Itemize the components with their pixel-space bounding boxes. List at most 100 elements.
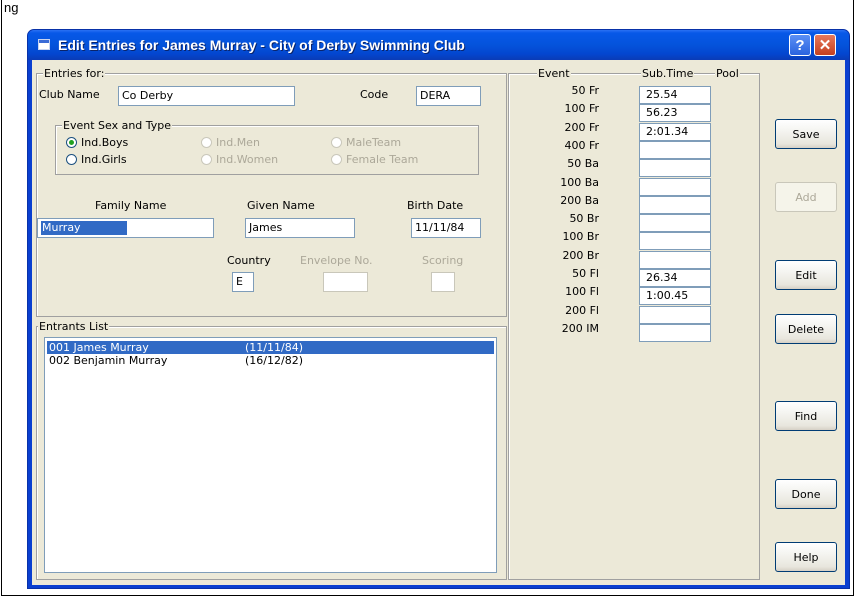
entrant-row[interactable]: 002 Benjamin Murray (16/12/82): [47, 354, 494, 367]
entries-for-legend: Entries for:: [43, 67, 106, 80]
event-label: 100 Fr: [564, 102, 599, 115]
find-button-label: Find: [794, 409, 818, 423]
app-window-icon: [38, 39, 50, 50]
sub-time-field[interactable]: [639, 196, 711, 214]
event-sex-type-group: Event Sex and Type Ind.Boys Ind.Girls In…: [55, 119, 479, 175]
radio-ind-girls-label: Ind.Girls: [81, 153, 127, 166]
code-field[interactable]: DERA: [416, 86, 481, 106]
add-button-label: Add: [795, 190, 817, 204]
help-button-label: Help: [793, 550, 819, 564]
birth-date-field[interactable]: 11/11/84: [411, 218, 481, 238]
event-label: 50 Fl: [572, 267, 599, 280]
events-group: Event Sub.Time Pool 50 Fr 25.54 100 Fr 56.2…: [508, 67, 760, 580]
event-label: 50 Fr: [571, 84, 599, 97]
given-name-field[interactable]: James: [245, 218, 355, 238]
done-button-label: Done: [791, 487, 821, 501]
add-button: Add: [775, 182, 837, 212]
sub-time-field[interactable]: 2:01.34: [639, 123, 711, 141]
radio-unchecked-icon: [66, 154, 77, 165]
radio-male-team: MaleTeam: [331, 136, 401, 149]
radio-unchecked-icon: [201, 137, 212, 148]
event-sex-type-legend: Event Sex and Type: [62, 119, 173, 132]
edit-button-label: Edit: [795, 268, 817, 282]
event-label: 400 Fr: [564, 139, 599, 152]
given-name-label: Given Name: [247, 199, 315, 212]
sub-time-field[interactable]: [639, 251, 711, 269]
radio-ind-girls[interactable]: Ind.Girls: [66, 153, 127, 166]
family-name-value: Murray: [41, 221, 127, 235]
radio-female-team: Female Team: [331, 153, 418, 166]
find-button[interactable]: Find: [775, 401, 837, 431]
sub-time-field[interactable]: 1:00.45: [639, 287, 711, 305]
sub-time-field[interactable]: 25.54: [639, 86, 711, 104]
radio-checked-icon: [66, 137, 77, 148]
event-label: 200 Fr: [564, 121, 599, 134]
title-close-button[interactable]: ✕: [814, 34, 836, 56]
sub-time-field[interactable]: 56.23: [639, 104, 711, 122]
envelope-no-label: Envelope No.: [300, 254, 373, 267]
birth-date-label: Birth Date: [407, 199, 464, 212]
help-button[interactable]: Help: [775, 542, 837, 572]
entrants-listbox[interactable]: 001 James Murray (11/11/84) 002 Benjamin…: [44, 337, 497, 573]
event-label: 200 Ba: [560, 194, 599, 207]
radio-ind-boys[interactable]: Ind.Boys: [66, 136, 128, 149]
entries-for-group: Entries for: Club Name Co Derby Code DER…: [36, 67, 507, 317]
envelope-no-field: [323, 272, 368, 292]
delete-button[interactable]: Delete: [775, 314, 837, 344]
sub-time-field[interactable]: [639, 178, 711, 196]
title-bar[interactable]: Edit Entries for James Murray - City of …: [28, 30, 849, 60]
event-label: 100 Fl: [565, 285, 599, 298]
done-button[interactable]: Done: [775, 479, 837, 509]
entrants-list-group: Entrants List 001 James Murray (11/11/84…: [36, 320, 507, 580]
country-field[interactable]: E: [232, 272, 254, 292]
sub-time-field[interactable]: [639, 141, 711, 159]
pool-column-header: Pool: [715, 67, 740, 80]
title-help-button[interactable]: ?: [789, 34, 811, 56]
radio-ind-women-label: Ind.Women: [216, 153, 279, 166]
sub-time-field[interactable]: 26.34: [639, 269, 711, 287]
club-name-field[interactable]: Co Derby: [118, 86, 295, 106]
event-column-header: Event: [537, 67, 571, 80]
event-label: 50 Ba: [567, 157, 599, 170]
event-label: 100 Br: [562, 230, 599, 243]
radio-unchecked-icon: [331, 154, 342, 165]
sub-time-field[interactable]: [639, 232, 711, 250]
entrant-row[interactable]: 001 James Murray (11/11/84): [47, 341, 494, 354]
event-label: 200 IM: [561, 322, 599, 335]
family-name-label: Family Name: [95, 199, 167, 212]
entrant-dob: (11/11/84): [245, 341, 303, 354]
sub-time-field[interactable]: [639, 306, 711, 324]
delete-button-label: Delete: [787, 322, 825, 336]
radio-ind-boys-label: Ind.Boys: [81, 136, 129, 149]
radio-ind-men-label: Ind.Men: [216, 136, 260, 149]
entrants-list-legend: Entrants List: [38, 320, 110, 333]
radio-male-team-label: MaleTeam: [346, 136, 402, 149]
save-button[interactable]: Save: [775, 119, 837, 149]
edit-entries-dialog: Edit Entries for James Murray - City of …: [27, 29, 850, 589]
event-label: 200 Fl: [565, 304, 599, 317]
sub-time-field[interactable]: [639, 324, 711, 342]
edit-button[interactable]: Edit: [775, 260, 837, 290]
entrant-name: 002 Benjamin Murray: [49, 354, 168, 367]
scoring-field: [431, 272, 455, 292]
entrant-dob: (16/12/82): [245, 354, 303, 367]
scoring-label: Scoring: [422, 254, 464, 267]
event-label: 50 Br: [569, 212, 599, 225]
club-name-label: Club Name: [39, 88, 100, 101]
dialog-client-area: Entries for: Club Name Co Derby Code DER…: [32, 60, 845, 585]
sub-time-field[interactable]: [639, 214, 711, 232]
country-label: Country: [227, 254, 271, 267]
radio-ind-women: Ind.Women: [201, 153, 278, 166]
radio-female-team-label: Female Team: [346, 153, 419, 166]
background-window-text: ng: [4, 0, 19, 15]
family-name-field[interactable]: Murray: [37, 218, 214, 238]
window-title: Edit Entries for James Murray - City of …: [58, 37, 465, 53]
sub-time-field[interactable]: [639, 159, 711, 177]
subtime-column-header: Sub.Time: [641, 67, 695, 80]
save-button-label: Save: [792, 127, 820, 141]
entrant-name: 001 James Murray: [49, 341, 149, 354]
event-label: 200 Br: [562, 249, 599, 262]
radio-unchecked-icon: [201, 154, 212, 165]
event-label: 100 Ba: [560, 176, 599, 189]
radio-unchecked-icon: [331, 137, 342, 148]
